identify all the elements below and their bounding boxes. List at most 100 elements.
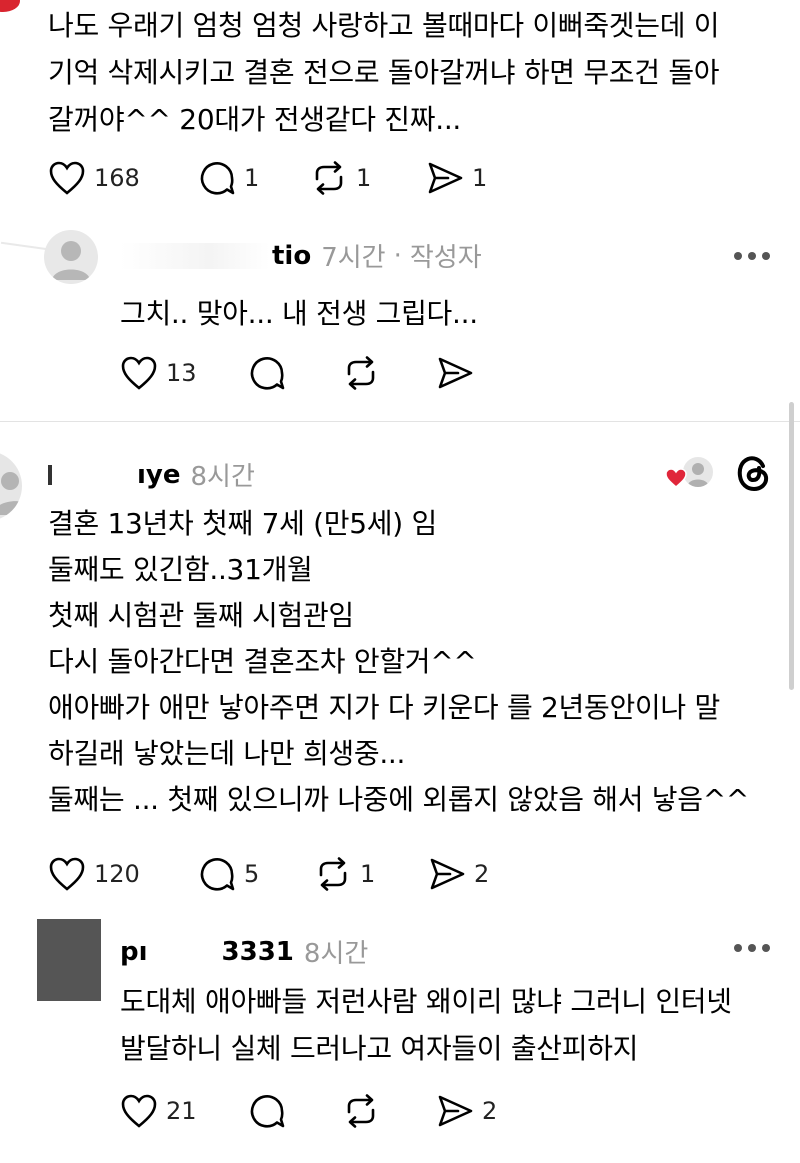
comment-icon bbox=[250, 357, 285, 390]
post-1-actions: 168 1 1 1 bbox=[48, 158, 487, 198]
more-options-button[interactable] bbox=[734, 252, 770, 260]
username-redacted bbox=[57, 462, 137, 488]
reply-count: 1 bbox=[244, 164, 260, 192]
dot-icon bbox=[762, 252, 770, 260]
heart-icon bbox=[49, 161, 85, 195]
default-avatar-icon bbox=[687, 463, 709, 487]
post-2-line: 첫째 시험관 둘째 시험관임 bbox=[48, 599, 354, 632]
default-avatar-icon bbox=[52, 241, 90, 280]
threads-logo-icon[interactable] bbox=[733, 453, 773, 493]
post-2-header: ıye 8시간 bbox=[48, 456, 255, 493]
repost-icon bbox=[319, 857, 347, 891]
share-button[interactable] bbox=[436, 354, 474, 392]
like-count: 13 bbox=[166, 359, 197, 387]
share-button[interactable]: 1 bbox=[426, 159, 487, 197]
send-icon bbox=[430, 858, 465, 890]
reply-button[interactable]: 5 bbox=[198, 855, 259, 893]
liked-by-author-badge bbox=[665, 455, 719, 491]
repost-icon bbox=[347, 1094, 375, 1128]
share-button[interactable]: 2 bbox=[436, 1092, 497, 1130]
author-tag: 작성자 bbox=[409, 243, 482, 273]
divider bbox=[0, 421, 800, 422]
send-icon bbox=[428, 162, 463, 194]
scrollbar-thumb[interactable] bbox=[789, 402, 794, 690]
dot-icon bbox=[748, 944, 756, 952]
avatar[interactable] bbox=[44, 230, 98, 284]
username-redacted bbox=[120, 242, 270, 269]
post-2-body: 결혼 13년차 첫째 7세 (만5세) 임 둘째도 있긴함..31개월 첫째 시… bbox=[48, 501, 788, 823]
post-2-actions: 120 5 1 2 bbox=[48, 854, 489, 894]
share-count: 1 bbox=[472, 164, 488, 192]
post-2-line: 하길래 낳았는데 나만 희생중... bbox=[48, 737, 406, 770]
repost-count: 1 bbox=[356, 164, 372, 192]
repost-button[interactable]: 1 bbox=[314, 855, 375, 893]
avatar[interactable] bbox=[0, 451, 22, 521]
timestamp: 7시간 bbox=[321, 243, 386, 273]
share-count: 2 bbox=[474, 860, 490, 888]
reply-1-actions: 13 bbox=[120, 353, 473, 393]
dot-icon bbox=[734, 252, 742, 260]
reply-1-header: tio 7시간 · 작성자 bbox=[120, 237, 482, 274]
reply-button[interactable] bbox=[248, 354, 286, 392]
avatar-red-partial[interactable] bbox=[0, 0, 20, 12]
post-2-line: 다시 돌아간다면 결혼조차 안할거^^ bbox=[48, 645, 477, 678]
repost-button[interactable] bbox=[342, 354, 380, 392]
like-button[interactable]: 21 bbox=[120, 1093, 197, 1129]
comment-icon bbox=[200, 162, 235, 195]
red-heart-icon bbox=[665, 468, 687, 488]
like-count: 168 bbox=[94, 164, 140, 192]
repost-button[interactable]: 1 bbox=[310, 159, 371, 197]
meta-separator: · bbox=[393, 240, 402, 271]
dot-icon bbox=[734, 944, 742, 952]
post-2-line: 결혼 13년차 첫째 7세 (만5세) 임 bbox=[48, 507, 437, 540]
heart-icon bbox=[121, 356, 157, 390]
repost-button[interactable] bbox=[342, 1092, 380, 1130]
timestamp: 8시간 bbox=[303, 939, 369, 969]
username-suffix[interactable]: 3331 bbox=[222, 937, 294, 967]
heart-icon bbox=[121, 1094, 157, 1128]
timestamp: 8시간 bbox=[190, 462, 255, 492]
repost-count: 1 bbox=[360, 860, 376, 888]
avatar-redacted[interactable] bbox=[37, 919, 101, 1001]
post-1-body: 나도 우래기 엄청 엄청 사랑하고 볼때마다 이뻐죽겟는데 이 기억 삭제시키고… bbox=[48, 2, 788, 143]
dot-icon bbox=[748, 252, 756, 260]
username-initial bbox=[48, 464, 52, 485]
default-avatar-icon bbox=[0, 472, 22, 515]
reply-1-body: 그치.. 맞아... 내 전생 그립다... bbox=[120, 297, 478, 330]
post-2-line: 둘째는 ... 첫째 있으니까 나중에 외롭지 않았음 해서 낳음^^ bbox=[48, 783, 750, 816]
username[interactable]: ıye bbox=[137, 460, 181, 490]
username[interactable]: tio bbox=[272, 241, 311, 271]
share-button[interactable]: 2 bbox=[428, 855, 489, 893]
repost-icon bbox=[347, 356, 375, 390]
username-redacted bbox=[148, 939, 222, 965]
send-icon bbox=[438, 1095, 473, 1127]
send-icon bbox=[438, 357, 473, 389]
post-1-line: 기억 삭제시키고 결혼 전으로 돌아갈꺼냐 하면 무조건 돌아 bbox=[48, 56, 720, 89]
dot-icon bbox=[762, 944, 770, 952]
like-button[interactable]: 13 bbox=[120, 355, 197, 391]
heart-icon bbox=[49, 857, 85, 891]
comment-icon bbox=[250, 1095, 285, 1128]
like-count: 120 bbox=[94, 860, 140, 888]
username-prefix[interactable]: pı bbox=[120, 937, 148, 967]
reply-2-body: 도대체 애아빠들 저런사람 왜이리 많냐 그러니 인터넷 발달하니 실체 드러나… bbox=[120, 978, 790, 1072]
reply-2-line: 도대체 애아빠들 저런사람 왜이리 많냐 그러니 인터넷 bbox=[120, 985, 732, 1018]
like-button[interactable]: 168 bbox=[48, 160, 140, 196]
more-options-button[interactable] bbox=[734, 944, 770, 952]
like-count: 21 bbox=[166, 1097, 197, 1125]
comment-icon bbox=[200, 858, 235, 891]
post-2-line: 애아빠가 애만 낳아주면 지가 다 키운다 를 2년동안이나 말 bbox=[48, 691, 720, 724]
like-button[interactable]: 120 bbox=[48, 856, 140, 892]
share-count: 2 bbox=[482, 1097, 498, 1125]
post-2-line: 둘째도 있긴함..31개월 bbox=[48, 553, 313, 586]
reply-button[interactable]: 1 bbox=[198, 159, 259, 197]
reply-2-header: pı 3331 8시간 bbox=[120, 933, 368, 970]
post-1-line: 나도 우래기 엄청 엄청 사랑하고 볼때마다 이뻐죽겟는데 이 bbox=[48, 9, 720, 42]
reply-button[interactable] bbox=[248, 1092, 286, 1130]
threads-icon bbox=[737, 456, 769, 492]
repost-icon bbox=[315, 161, 343, 195]
reply-2-line: 발달하니 실체 드러나고 여자들이 출산피하지 bbox=[120, 1032, 639, 1065]
reply-1-faint-line bbox=[0, 241, 49, 263]
reply-count: 5 bbox=[244, 860, 260, 888]
reply-2-actions: 21 2 bbox=[120, 1091, 497, 1131]
